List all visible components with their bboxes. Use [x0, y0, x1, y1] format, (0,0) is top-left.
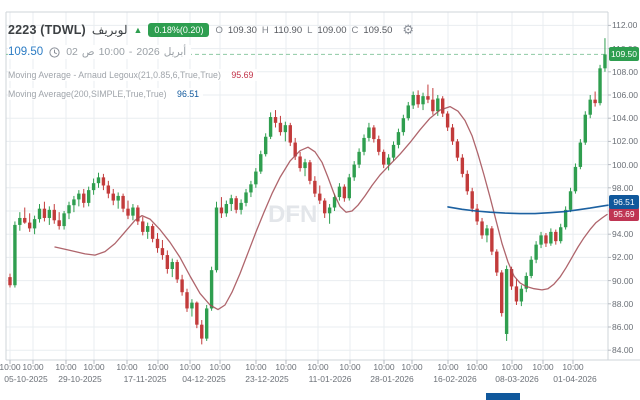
clock-icon	[49, 47, 60, 58]
indicator-legend-sma200[interactable]: Moving Average(200,SIMPLE,True,True) 96.…	[8, 88, 203, 100]
time-axis-label: 10:00	[562, 362, 583, 372]
time-axis-label: 10:00	[245, 362, 266, 372]
change-badge: 0.18%(0.20)	[148, 23, 209, 37]
sma-price-badge: 96.51	[609, 195, 639, 209]
last-price-badge: 109.50	[609, 47, 639, 61]
time-axis-label: 10:00	[339, 362, 360, 372]
time-axis-label: 10:00	[209, 362, 230, 372]
candlestick-chart[interactable]: DFN	[0, 0, 640, 400]
bar-datetime: 02ص10:00-2026أبريل	[66, 46, 186, 58]
price-axis-label: 102.00	[612, 136, 638, 146]
date-axis-label: 28-01-2026	[370, 374, 413, 384]
indicator-legend-alma[interactable]: Moving Average - Arnaud Legoux(21,0.85,6…	[8, 69, 257, 81]
price-axis-label: 92.00	[612, 252, 633, 262]
price-axis-label: 84.00	[612, 345, 633, 355]
price-axis-label: 88.00	[612, 299, 633, 309]
symbol-name-arabic: لوبريف	[92, 23, 128, 37]
date-axis-label: 17-11-2025	[124, 374, 167, 384]
time-axis-label: 10:00	[307, 362, 328, 372]
crosshair-date-badge-clipped	[486, 393, 520, 400]
price-axis-label: 108.00	[612, 67, 638, 77]
time-axis-label: 10:00	[373, 362, 394, 372]
time-axis-label: 10:00	[401, 362, 422, 372]
time-axis-label: 10:00	[147, 362, 168, 372]
indicator-value: 96.51	[177, 89, 199, 99]
date-axis-label: 29-10-2025	[58, 374, 101, 384]
date-axis-label: 04-12-2025	[182, 374, 225, 384]
price-axis-label: 104.00	[612, 113, 638, 123]
price-axis-label: 100.00	[612, 160, 638, 170]
price-axis-label: 98.00	[612, 183, 633, 193]
date-axis-label: 01-04-2026	[553, 374, 596, 384]
price-axis-label: 86.00	[612, 322, 633, 332]
symbol-code: 2223 (TDWL)	[8, 23, 86, 37]
time-axis-label: 10:00	[83, 362, 104, 372]
chart-header: 2223 (TDWL) لوبريف ▲ 0.18%(0.20) O109.30…	[8, 22, 414, 38]
date-axis-label: 16-02-2026	[433, 374, 476, 384]
stock-chart-app: DFN 2223 (TDWL) لوبريف ▲ 0.18%(0.20) O10…	[0, 0, 640, 400]
date-axis-label: 23-12-2025	[245, 374, 288, 384]
up-triangle-icon: ▲	[133, 26, 142, 35]
price-axis-label: 90.00	[612, 276, 633, 286]
date-axis-label: 05-10-2025	[4, 374, 47, 384]
time-axis-label: 10:00	[0, 362, 21, 372]
ohlc-readout: O109.30 H110.90 L109.00 C109.50	[215, 25, 392, 36]
date-axis-label: 08-03-2026	[495, 374, 538, 384]
time-axis-label: 10:00	[437, 362, 458, 372]
indicator-value: 95.69	[231, 70, 253, 80]
time-axis-label: 10:00	[116, 362, 137, 372]
price-axis-label: 112.00	[612, 20, 637, 30]
time-axis-label: 10:00	[466, 362, 487, 372]
watermark: DFN	[268, 201, 317, 228]
time-axis-label: 10:00	[501, 362, 522, 372]
alma-price-badge: 95.69	[609, 207, 639, 221]
candles	[8, 38, 606, 344]
current-price-label: 109.50	[8, 46, 43, 58]
indicator-label: Moving Average(200,SIMPLE,True,True)	[8, 89, 167, 99]
time-axis-label: 10:00	[55, 362, 76, 372]
indicator-label: Moving Average - Arnaud Legoux(21,0.85,6…	[8, 70, 221, 80]
date-axis-label: 11-01-2026	[309, 374, 352, 384]
time-axis-label: 10:00	[179, 362, 200, 372]
time-axis-label: 10:00	[275, 362, 296, 372]
time-axis-label: 10:00	[532, 362, 553, 372]
price-axis-label: 94.00	[612, 229, 633, 239]
time-axis-label: 10:00	[22, 362, 43, 372]
price-axis-label: 106.00	[612, 90, 638, 100]
settings-gear-icon[interactable]: ⚙	[402, 22, 414, 38]
crosshair-readout: 109.50 02ص10:00-2026أبريل	[8, 45, 191, 59]
